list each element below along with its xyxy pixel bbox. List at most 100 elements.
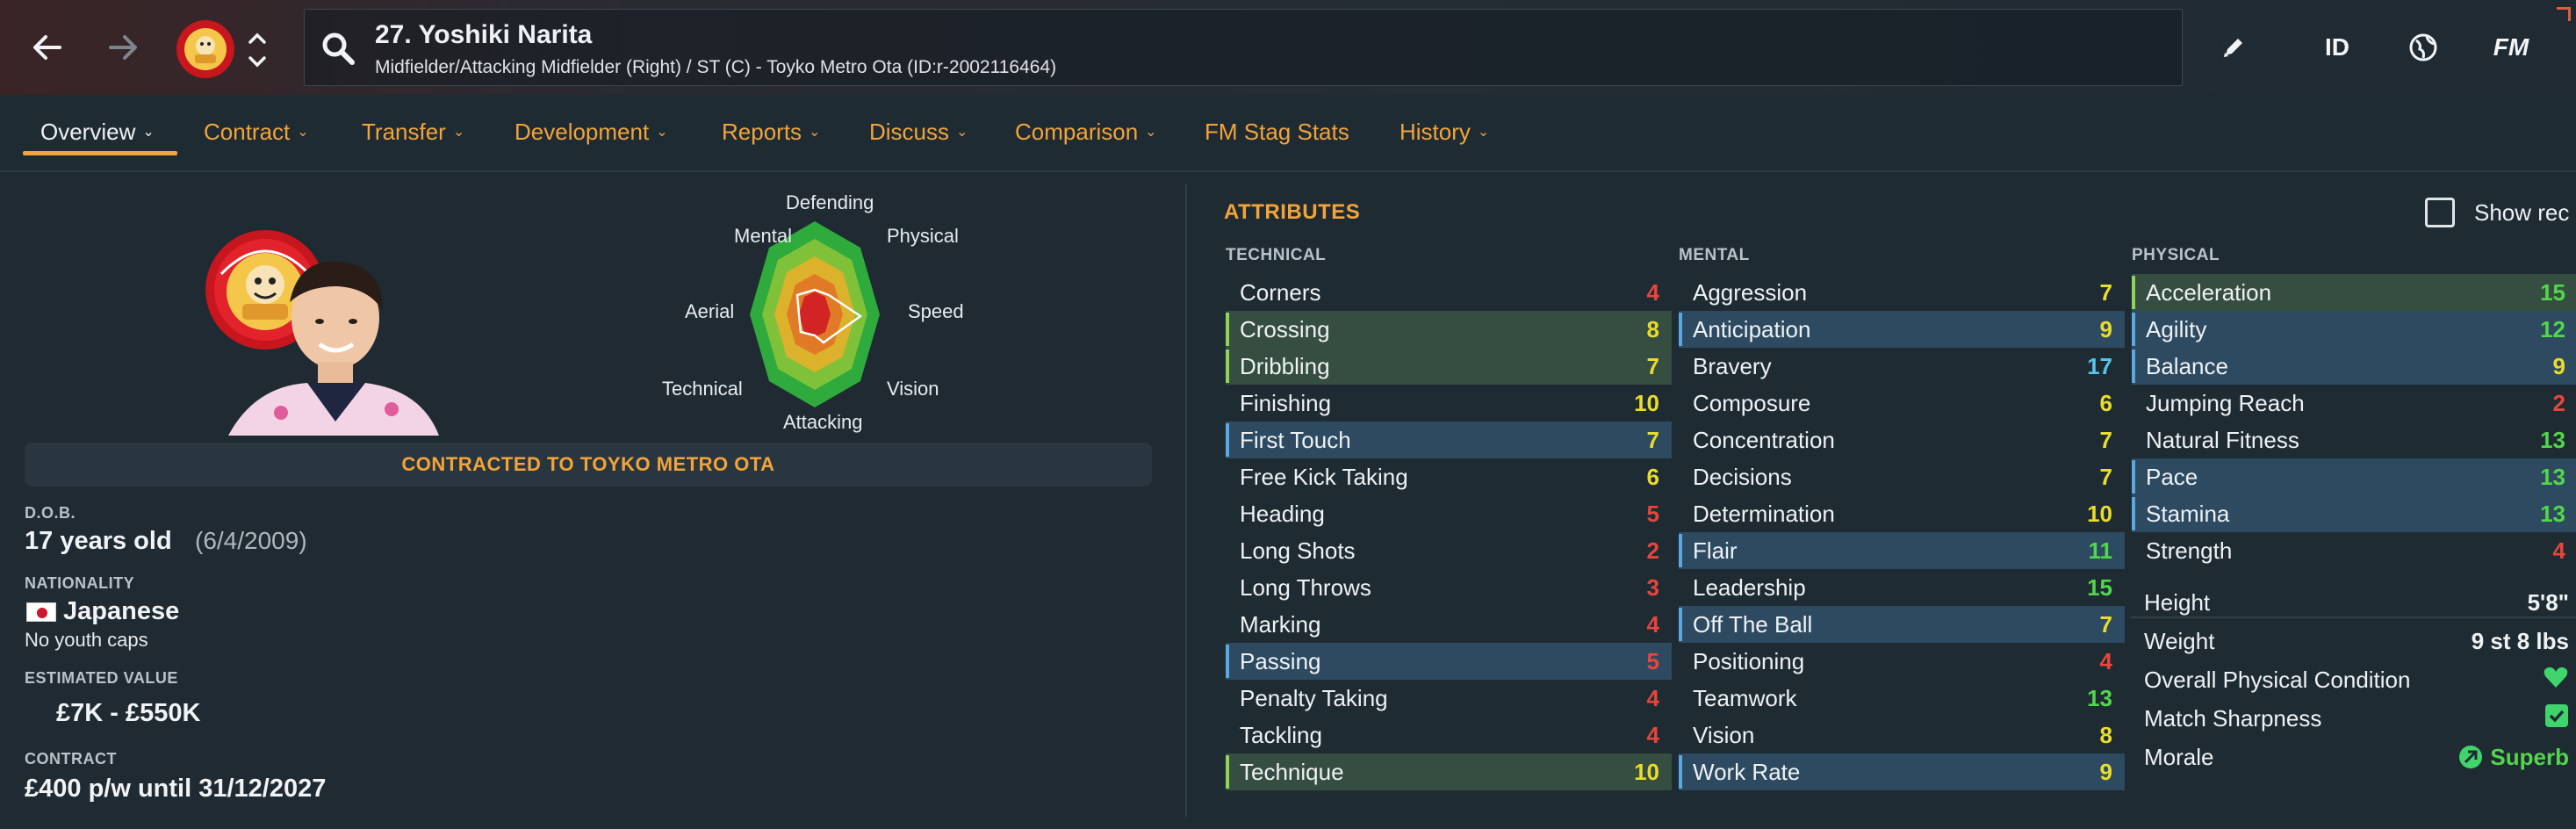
attribute-row[interactable]: Finishing 10 bbox=[1226, 385, 1672, 422]
tab-comparison[interactable]: Comparison ⌄ bbox=[1015, 107, 1157, 156]
player-search-bar[interactable]: 27. Yoshiki Narita Midfielder/Attacking … bbox=[304, 9, 2183, 86]
tab-reports[interactable]: Reports ⌄ bbox=[722, 107, 820, 156]
attribute-row[interactable]: Balance 9 bbox=[2132, 348, 2576, 385]
attribute-row[interactable]: Tackling 4 bbox=[1226, 717, 1672, 753]
attribute-name: Penalty Taking bbox=[1240, 684, 1388, 711]
attribute-row[interactable]: Anticipation 9 bbox=[1679, 311, 2125, 348]
attribute-row[interactable]: Off The Ball 7 bbox=[1679, 606, 2125, 643]
attribute-row[interactable]: Pace 13 bbox=[2132, 458, 2576, 495]
chevron-down-icon: ⌄ bbox=[297, 125, 309, 140]
attribute-row[interactable]: Penalty Taking 4 bbox=[1226, 680, 1672, 717]
id-button[interactable]: ID bbox=[2309, 23, 2365, 72]
technical-attributes: Corners 4 Crossing 8 Dribbling 7 Finishing 10 Fi… bbox=[1226, 274, 1672, 790]
attribute-name: Strength bbox=[2146, 537, 2233, 564]
attribute-row[interactable]: Technique 10 bbox=[1226, 753, 1672, 790]
attribute-name: Passing bbox=[1240, 647, 1321, 674]
attribute-value: 15 bbox=[2540, 278, 2565, 306]
fm-button[interactable]: FM bbox=[2476, 23, 2546, 72]
radar-label-vision: Vision bbox=[887, 378, 939, 400]
attribute-value: 6 bbox=[1646, 463, 1659, 490]
attribute-row[interactable]: Crossing 8 bbox=[1226, 311, 1672, 348]
height-row: Height 5'8" bbox=[2130, 583, 2576, 622]
nationality-value[interactable]: Japanese bbox=[63, 597, 179, 626]
chevron-down-icon: ⌄ bbox=[809, 125, 821, 140]
tab-label: Development bbox=[514, 118, 650, 145]
forward-button[interactable] bbox=[95, 19, 151, 76]
tab-history[interactable]: History ⌄ bbox=[1400, 107, 1489, 156]
tab-transfer[interactable]: Transfer ⌄ bbox=[362, 107, 464, 156]
morale-arrow-icon bbox=[2459, 746, 2483, 768]
attribute-value: 4 bbox=[1646, 610, 1659, 638]
attribute-row[interactable]: Corners 4 bbox=[1226, 274, 1672, 311]
attribute-row[interactable]: Jumping Reach 2 bbox=[2132, 385, 2576, 422]
attribute-value: 13 bbox=[2540, 500, 2565, 527]
height-value: 5'8" bbox=[2527, 588, 2569, 616]
player-position-subtitle: Midfielder/Attacking Midfielder (Right) … bbox=[375, 57, 1057, 77]
attribute-value: 8 bbox=[1646, 315, 1659, 342]
attribute-row[interactable]: Leadership 15 bbox=[1679, 569, 2125, 606]
attribute-row[interactable]: Decisions 7 bbox=[1679, 458, 2125, 495]
club-badge-icon[interactable] bbox=[176, 19, 235, 79]
attribute-row[interactable]: Heading 5 bbox=[1226, 495, 1672, 532]
attribute-row[interactable]: Flair 11 bbox=[1679, 532, 2125, 569]
attribute-row[interactable]: Work Rate 9 bbox=[1679, 753, 2125, 790]
attribute-name: Corners bbox=[1240, 278, 1321, 306]
attribute-name: Natural Fitness bbox=[2146, 426, 2299, 453]
tab-discuss[interactable]: Discuss ⌄ bbox=[869, 107, 968, 156]
attribute-row[interactable]: Aggression 7 bbox=[1679, 274, 2125, 311]
tab-fm-stag-stats[interactable]: FM Stag Stats bbox=[1205, 107, 1349, 156]
attribute-value: 9 bbox=[2552, 352, 2565, 379]
tab-development[interactable]: Development ⌄ bbox=[514, 107, 668, 156]
japan-flag-icon bbox=[26, 602, 56, 622]
player-overview-panel: Defending Physical Speed Vision Attackin… bbox=[0, 176, 1176, 829]
attribute-value: 2 bbox=[1646, 537, 1659, 564]
attribute-row[interactable]: Strength 4 bbox=[2132, 532, 2576, 569]
tab-contract[interactable]: Contract ⌄ bbox=[204, 107, 309, 156]
globe-button[interactable] bbox=[2397, 23, 2450, 72]
tab-label: Transfer bbox=[362, 118, 446, 145]
edit-button[interactable] bbox=[2209, 23, 2258, 72]
attribute-value: 12 bbox=[2540, 315, 2565, 342]
attribute-row[interactable]: First Touch 7 bbox=[1226, 422, 1672, 458]
back-button[interactable] bbox=[19, 19, 76, 76]
attribute-row[interactable]: Natural Fitness 13 bbox=[2132, 422, 2576, 458]
attribute-row[interactable]: Free Kick Taking 6 bbox=[1226, 458, 1672, 495]
morale-row: Morale Superb bbox=[2130, 738, 2576, 776]
radar-label-physical: Physical bbox=[887, 225, 959, 247]
attribute-row[interactable]: Marking 4 bbox=[1226, 606, 1672, 643]
technical-heading: TECHNICAL bbox=[1226, 246, 1327, 264]
attribute-value: 8 bbox=[2099, 721, 2112, 748]
attribute-row[interactable]: Passing 5 bbox=[1226, 643, 1672, 680]
morale-value[interactable]: Superb bbox=[2458, 744, 2569, 771]
show-recommendation-toggle[interactable]: Show rec bbox=[2425, 195, 2569, 230]
weight-row: Weight 9 st 8 lbs bbox=[2130, 622, 2576, 660]
attribute-row[interactable]: Acceleration 15 bbox=[2132, 274, 2576, 311]
attribute-value: 7 bbox=[1646, 352, 1659, 379]
attribute-row[interactable]: Dribbling 7 bbox=[1226, 348, 1672, 385]
tab-overview[interactable]: Overview ⌄ bbox=[40, 107, 155, 156]
attribute-row[interactable]: Teamwork 13 bbox=[1679, 680, 2125, 717]
attribute-name: Stamina bbox=[2146, 500, 2230, 527]
attribute-row[interactable]: Agility 12 bbox=[2132, 311, 2576, 348]
chevron-down-icon: ⌄ bbox=[452, 125, 465, 140]
attribute-name: Flair bbox=[1693, 537, 1738, 564]
attribute-row[interactable]: Positioning 4 bbox=[1679, 643, 2125, 680]
attribute-name: Dribbling bbox=[1240, 352, 1330, 379]
attribute-row[interactable]: Determination 10 bbox=[1679, 495, 2125, 532]
attribute-row[interactable]: Long Throws 3 bbox=[1226, 569, 1672, 606]
attribute-row[interactable]: Vision 8 bbox=[1679, 717, 2125, 753]
attribute-name: Finishing bbox=[1240, 389, 1332, 416]
top-bar: 27. Yoshiki Narita Midfielder/Attacking … bbox=[0, 0, 2576, 95]
attribute-value: 13 bbox=[2540, 463, 2565, 490]
attribute-row[interactable]: Concentration 7 bbox=[1679, 422, 2125, 458]
attribute-row[interactable]: Composure 6 bbox=[1679, 385, 2125, 422]
checkbox[interactable] bbox=[2425, 198, 2455, 227]
attribute-row[interactable]: Long Shots 2 bbox=[1226, 532, 1672, 569]
dob-label: D.O.B. bbox=[25, 504, 76, 522]
attribute-name: Work Rate bbox=[1693, 758, 1801, 785]
tabs-divider bbox=[0, 170, 2576, 172]
attribute-row[interactable]: Bravery 17 bbox=[1679, 348, 2125, 385]
search-icon[interactable] bbox=[319, 29, 357, 68]
player-switcher[interactable] bbox=[244, 26, 270, 74]
attribute-row[interactable]: Stamina 13 bbox=[2132, 495, 2576, 532]
